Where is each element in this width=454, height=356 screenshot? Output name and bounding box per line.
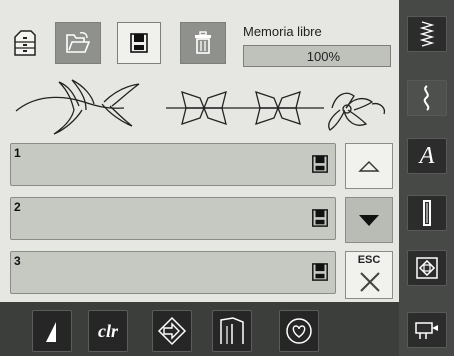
slot-number: 1 (14, 146, 21, 160)
memory-label: Memoria libre (243, 24, 322, 39)
next-button[interactable] (152, 310, 192, 352)
scroll-down-button[interactable] (345, 197, 393, 243)
sidebar-practical-stitches-button[interactable] (407, 16, 447, 52)
close-icon (360, 272, 380, 292)
sidebar-tutorial-button[interactable] (407, 312, 447, 348)
trash-icon (195, 31, 211, 54)
buttonhole-icon (423, 200, 431, 226)
alphabet-label: A (419, 142, 435, 169)
right-sidebar: A (399, 0, 454, 356)
slot-number: 3 (14, 254, 21, 268)
clr-label: clr (98, 320, 118, 341)
zigzag-stitch-icon (419, 21, 435, 47)
open-folder-button[interactable] (55, 22, 101, 64)
pattern-end-button[interactable] (212, 310, 252, 352)
memory-slot-2[interactable]: 2 (10, 197, 336, 240)
stitch-pattern-preview (15, 79, 386, 135)
esc-label: ESC (357, 254, 381, 266)
sidebar-buttonhole-button[interactable] (407, 195, 447, 231)
save-disk-icon (312, 209, 328, 227)
personal-program-button[interactable] (279, 310, 319, 352)
decorative-stitch-icon (423, 85, 430, 111)
sidebar-decorative-stitches-button[interactable] (407, 80, 447, 116)
triangle-down-icon (359, 215, 379, 226)
stitch-width-icon (46, 322, 56, 342)
arrow-right-diamond-icon (157, 316, 187, 346)
memory-value: 100% (306, 49, 340, 64)
memory-slot-3[interactable]: 3 (10, 251, 336, 294)
memory-slot-1[interactable]: 1 (10, 143, 336, 186)
pattern-end-icon (220, 317, 244, 344)
sidebar-alphabets-button[interactable]: A (407, 138, 447, 174)
clear-button[interactable]: clr (88, 310, 128, 352)
sidebar-quilt-button[interactable] (407, 250, 447, 286)
quilt-icon (416, 257, 438, 279)
tutorial-icon (415, 322, 438, 339)
slot-number: 2 (14, 200, 21, 214)
scroll-up-button[interactable] (345, 143, 393, 189)
save-disk-icon (312, 155, 328, 173)
delete-button[interactable] (180, 22, 226, 64)
save-button[interactable] (117, 22, 161, 64)
esc-button[interactable]: ESC (345, 251, 393, 299)
save-disk-icon (130, 33, 148, 53)
save-disk-icon (312, 263, 328, 281)
heart-icon (286, 318, 312, 344)
memory-bar: 100% (243, 45, 391, 67)
bottom-toolbar: clr (0, 302, 399, 356)
stitch-width-button[interactable] (32, 310, 72, 352)
folder-open-icon (66, 32, 91, 53)
chevron-up-icon (358, 161, 380, 172)
main-screen: Memoria libre 100% 1 2 3 ESC (0, 0, 399, 302)
drawer-icon[interactable] (12, 28, 38, 58)
